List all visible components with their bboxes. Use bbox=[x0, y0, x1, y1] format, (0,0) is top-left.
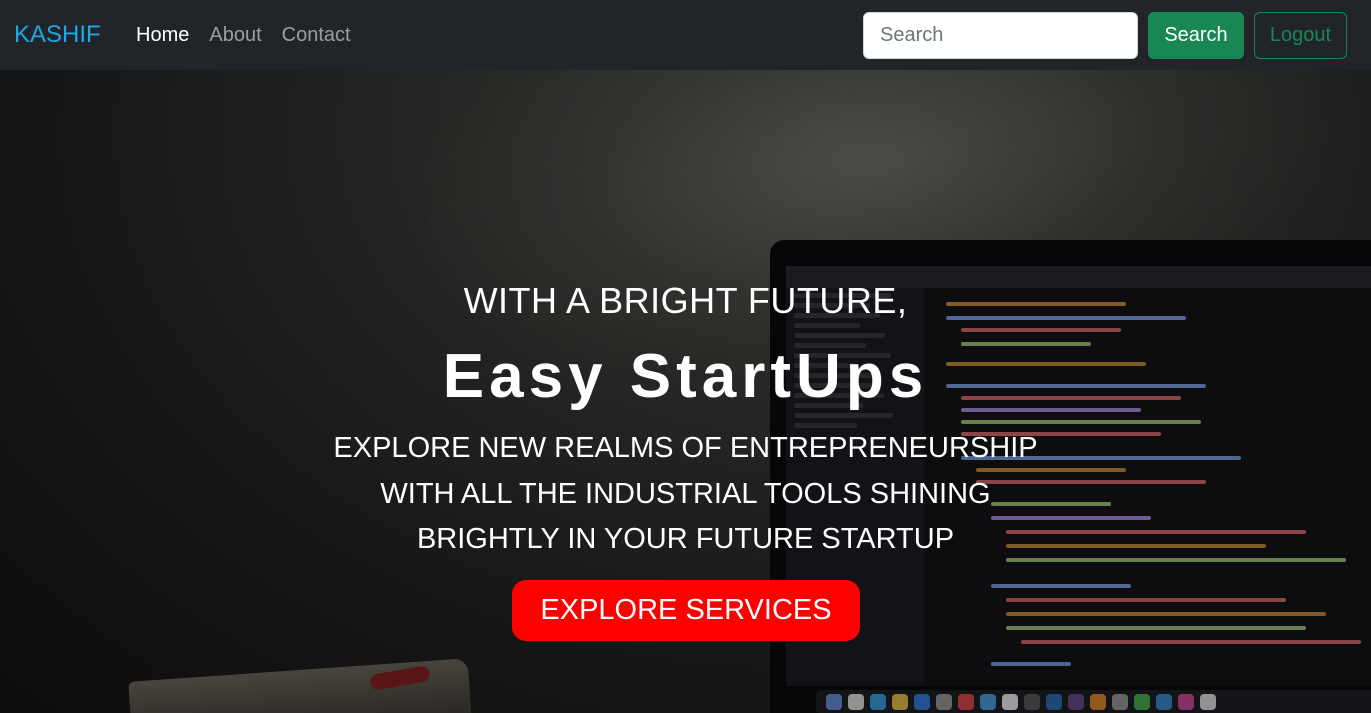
hero-pre-title: WITH A BRIGHT FUTURE, bbox=[463, 280, 908, 321]
hero-content: WITH A BRIGHT FUTURE, Easy StartUps EXPL… bbox=[0, 70, 1371, 713]
hero-subtitle-line-3: BRIGHTLY IN YOUR FUTURE STARTUP bbox=[416, 523, 955, 555]
nav-links: Home About Contact bbox=[136, 22, 351, 48]
hero-subtitle-line-1: EXPLORE NEW REALMS OF ENTREPRENEURSHIP bbox=[333, 432, 1038, 464]
brand-logo[interactable]: KASHIF bbox=[14, 20, 101, 50]
nav-link-contact[interactable]: Contact bbox=[282, 22, 351, 48]
navbar: KASHIF Home About Contact Search Logout bbox=[0, 0, 1371, 70]
nav-link-about[interactable]: About bbox=[209, 22, 261, 48]
explore-services-button[interactable]: EXPLORE SERVICES bbox=[512, 580, 860, 641]
search-input[interactable] bbox=[863, 12, 1138, 59]
hero-subtitle-line-2: WITH ALL THE INDUSTRIAL TOOLS SHINING bbox=[380, 478, 991, 510]
logout-button[interactable]: Logout bbox=[1254, 12, 1347, 59]
hero-title: Easy StartUps bbox=[442, 342, 929, 411]
hero-section: WITH A BRIGHT FUTURE, Easy StartUps EXPL… bbox=[0, 70, 1371, 713]
search-button[interactable]: Search bbox=[1148, 12, 1244, 59]
nav-link-home[interactable]: Home bbox=[136, 22, 189, 48]
search-form: Search Logout bbox=[863, 12, 1347, 59]
